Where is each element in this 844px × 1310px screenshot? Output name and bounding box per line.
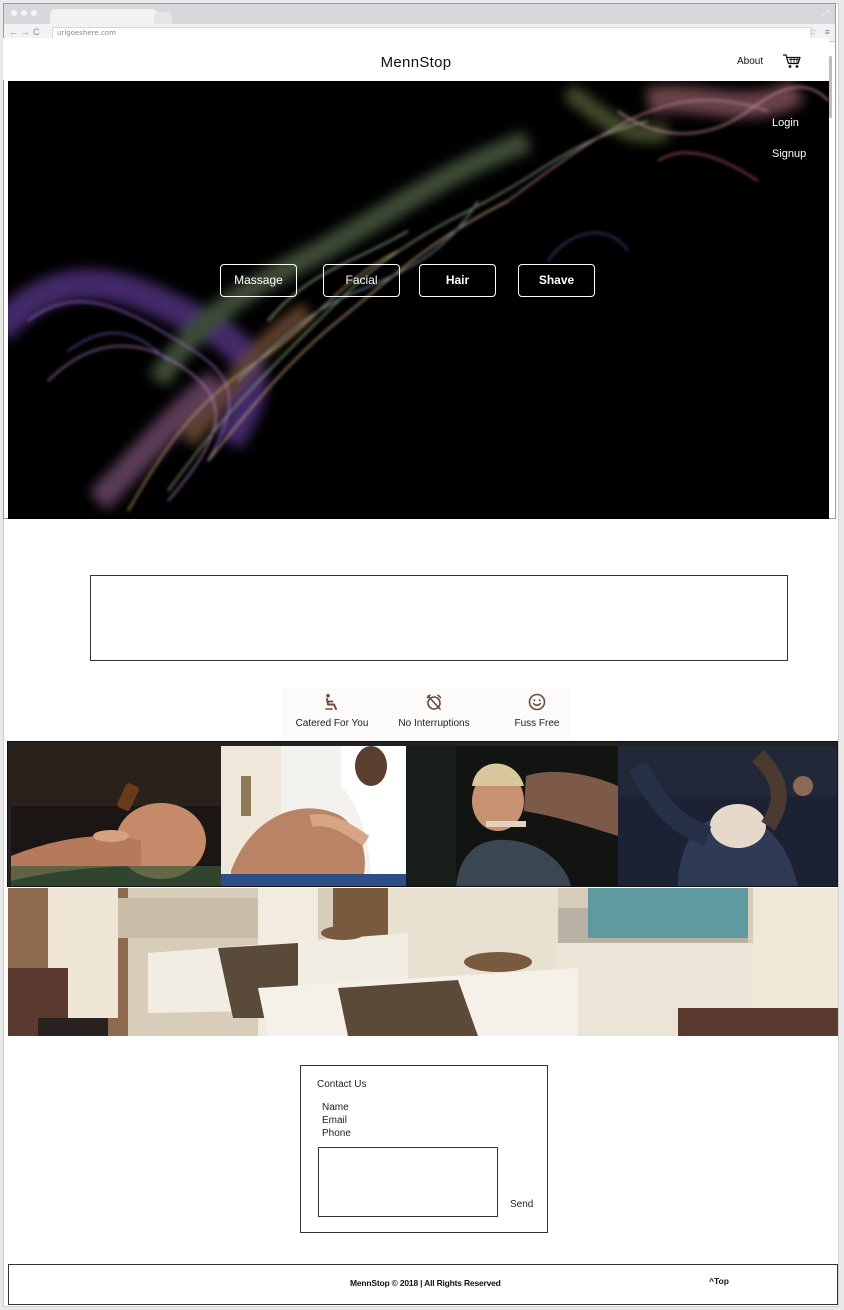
contact-title: Contact Us [317, 1079, 367, 1090]
massage-button[interactable]: Massage [220, 264, 297, 297]
close-window-icon[interactable] [11, 10, 17, 16]
facial-button[interactable]: Facial [323, 264, 400, 297]
phone-field[interactable]: Phone [322, 1128, 351, 1139]
browser-tab-bar: ⤢ [4, 4, 835, 24]
feature-label: Catered For You [295, 718, 369, 729]
shave-button[interactable]: Shave [518, 264, 595, 297]
fullscreen-icon[interactable]: ⤢ [822, 8, 829, 19]
hero-banner: Login Signup Massage Facial Hair Shave [8, 81, 829, 519]
browser-tab[interactable] [50, 9, 158, 24]
feature-catered: Catered For You [284, 688, 380, 729]
send-button[interactable]: Send [510, 1199, 533, 1210]
name-field[interactable]: Name [322, 1102, 349, 1113]
back-massage-photo[interactable] [221, 746, 406, 886]
minimize-window-icon[interactable] [21, 10, 27, 16]
browser-menu-icon[interactable]: ≡ [825, 27, 830, 37]
alarm-off-icon [426, 694, 442, 710]
smiley-face-icon [528, 693, 546, 711]
brand-title[interactable]: MennStop [3, 54, 829, 71]
login-link[interactable]: Login [772, 117, 799, 129]
window-controls[interactable] [11, 10, 37, 16]
cart-icon[interactable] [782, 53, 802, 69]
top-label: Top [713, 1276, 729, 1286]
smoke-background-image [8, 81, 829, 512]
contact-form: Contact Us Name Email Phone Send [300, 1065, 548, 1233]
footer: MennStop © 2018 | All Rights Reserved ^T… [8, 1264, 838, 1305]
page-scrollbar[interactable] [829, 56, 832, 118]
feature-label: Fuss Free [514, 718, 560, 729]
reclining-seat-icon [325, 694, 337, 710]
oil-massage-photo[interactable] [11, 746, 221, 886]
signup-link[interactable]: Signup [772, 148, 806, 160]
feature-no-interruptions: No Interruptions [386, 688, 482, 729]
service-photo-strip [7, 741, 838, 887]
back-to-top-link[interactable]: ^Top [709, 1276, 729, 1286]
features-bar: Catered For You No Interruptions Fuss Fr… [282, 688, 570, 742]
content-box [90, 575, 788, 661]
email-field[interactable]: Email [322, 1115, 347, 1126]
shave-photo[interactable] [618, 746, 837, 886]
maximize-window-icon[interactable] [31, 10, 37, 16]
feature-fuss-free: Fuss Free [489, 688, 585, 729]
haircut-photo[interactable] [406, 746, 618, 886]
feature-label: No Interruptions [398, 718, 470, 729]
about-link[interactable]: About [737, 56, 763, 67]
copyright-text: MennStop © 2018 | All Rights Reserved [350, 1278, 501, 1288]
message-textarea[interactable] [318, 1147, 498, 1217]
spa-room-photo [8, 888, 838, 1036]
hair-button[interactable]: Hair [419, 264, 496, 297]
nav-buttons-icon[interactable]: ←→C [9, 27, 43, 37]
site-header: MennStop About [3, 38, 829, 80]
bookmark-star-icon[interactable]: ☆ [808, 27, 817, 38]
new-tab-button[interactable] [154, 12, 172, 24]
